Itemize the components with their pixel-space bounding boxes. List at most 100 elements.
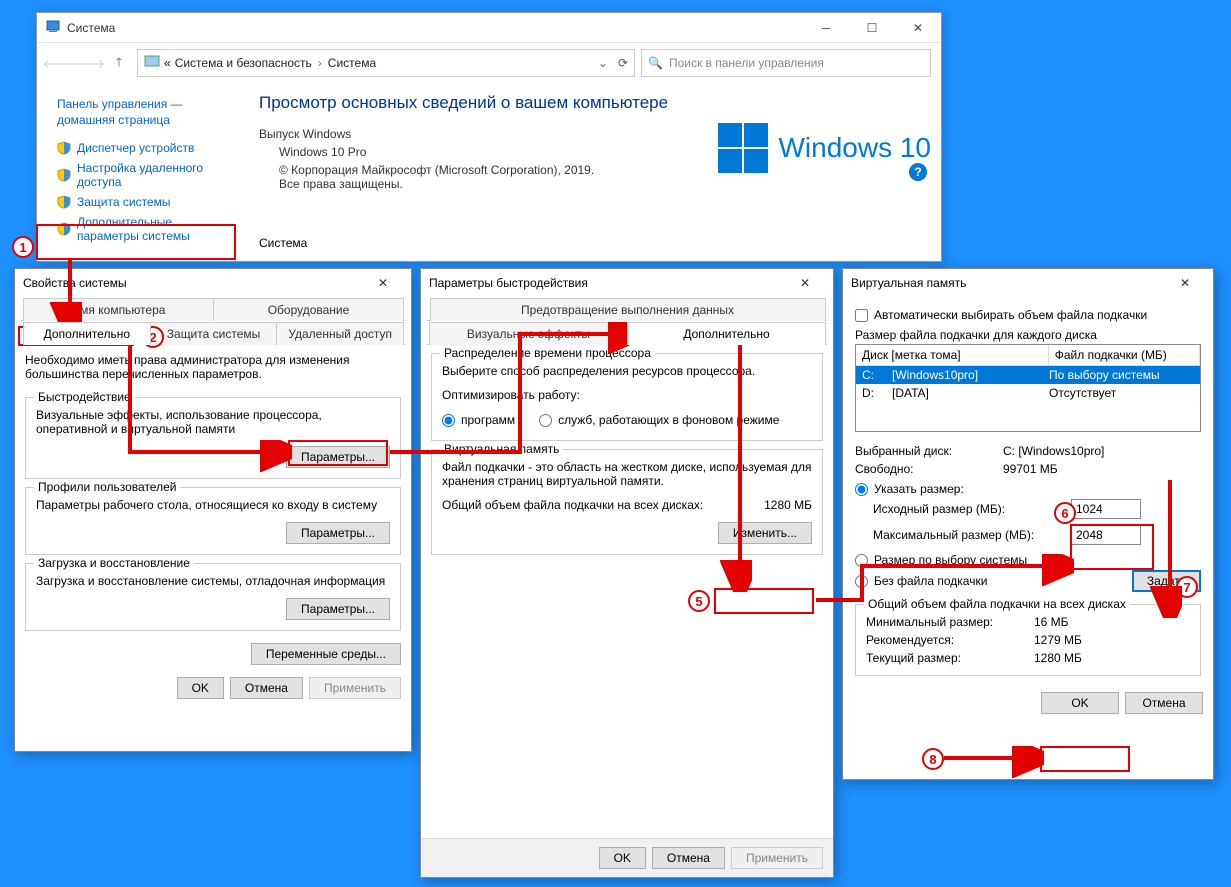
breadcrumb-root[interactable]: Система и безопасность xyxy=(175,56,312,70)
close-button[interactable]: ✕ xyxy=(785,269,825,297)
maximize-button[interactable]: ☐ xyxy=(849,13,895,43)
dialog-titlebar[interactable]: Параметры быстродействия ✕ xyxy=(421,269,833,297)
windows-logo-icon xyxy=(718,123,768,173)
free-value: 99701 МБ xyxy=(1003,462,1201,476)
drive-list[interactable]: Диск [метка тома] Файл подкачки (МБ) C: … xyxy=(855,344,1201,432)
group-legend: Быстродействие xyxy=(34,390,135,404)
drive-row-d[interactable]: D: [DATA] Отсутствует xyxy=(856,384,1200,402)
shield-icon xyxy=(57,168,71,182)
tab-computer-name[interactable]: Имя компьютера xyxy=(23,298,214,321)
system-properties-dialog: Свойства системы ✕ Имя компьютера Оборуд… xyxy=(14,268,412,752)
group-legend: Загрузка и восстановление xyxy=(34,556,194,570)
refresh-icon[interactable]: ⟳ xyxy=(618,56,628,70)
min-value: 16 МБ xyxy=(1034,615,1190,629)
set-button[interactable]: Задать xyxy=(1132,570,1201,592)
initial-size-label: Исходный размер (МБ): xyxy=(873,502,1063,516)
dialog-buttons: OK Отмена Применить xyxy=(15,669,411,707)
selected-drive-label: Выбранный диск: xyxy=(855,444,995,458)
titlebar[interactable]: Система ─ ☐ ✕ xyxy=(37,13,941,43)
initial-size-input[interactable] xyxy=(1071,499,1141,519)
link-remote-settings[interactable]: Настройка удаленного доступа xyxy=(47,158,243,192)
close-button[interactable]: ✕ xyxy=(895,13,941,43)
max-size-label: Максимальный размер (МБ): xyxy=(873,528,1063,542)
profiles-settings-button[interactable]: Параметры... xyxy=(286,522,390,544)
left-nav: Панель управления — домашняя страница Ди… xyxy=(37,83,243,260)
dialog-titlebar[interactable]: Виртуальная память ✕ xyxy=(843,269,1213,297)
max-size-input[interactable] xyxy=(1071,525,1141,545)
address-bar[interactable]: « Система и безопасность Система ⌄ ⟳ xyxy=(137,49,635,77)
minimize-button[interactable]: ─ xyxy=(803,13,849,43)
radio-no-pagefile[interactable]: Без файла подкачки xyxy=(855,574,987,588)
system-window: Система ─ ☐ ✕ 🡐 🡒 🡑 « Система и безопасн… xyxy=(36,12,942,262)
tab-dep[interactable]: Предотвращение выполнения данных xyxy=(430,298,826,321)
free-label: Свободно: xyxy=(855,462,995,476)
tab-protection[interactable]: Защита системы xyxy=(150,322,278,345)
tab-hardware[interactable]: Оборудование xyxy=(213,298,404,321)
radio-custom-size[interactable]: Указать размер: xyxy=(855,482,1201,496)
apply-button[interactable]: Применить xyxy=(309,677,401,699)
dialog-title: Виртуальная память xyxy=(851,276,966,290)
dropdown-icon[interactable]: ⌄ xyxy=(598,56,608,70)
group-legend: Виртуальная память xyxy=(440,442,563,456)
performance-options-dialog: Параметры быстродействия ✕ Предотвращени… xyxy=(420,268,834,878)
group-legend: Профили пользователей xyxy=(34,480,180,494)
search-placeholder: Поиск в панели управления xyxy=(669,56,824,70)
system-icon xyxy=(45,18,61,37)
group-legend: Общий объем файла подкачки на всех диска… xyxy=(864,597,1130,611)
cancel-button[interactable]: Отмена xyxy=(230,677,303,699)
group-startup: Загрузка и восстановление Загрузка и вос… xyxy=(25,563,401,631)
change-vm-button[interactable]: Изменить... xyxy=(718,522,812,544)
back-button[interactable]: 🡐 xyxy=(47,51,71,75)
control-panel-home-link[interactable]: Панель управления — домашняя страница xyxy=(57,97,233,128)
min-label: Минимальный размер: xyxy=(866,615,1026,629)
search-icon: 🔍 xyxy=(648,56,663,70)
forward-button[interactable]: 🡒 xyxy=(77,51,101,75)
radio-system-managed[interactable]: Размер по выбору системы xyxy=(855,553,1201,567)
navigation-bar: 🡐 🡒 🡑 « Система и безопасность Система ⌄… xyxy=(37,43,941,83)
cancel-button[interactable]: Отмена xyxy=(1125,692,1203,714)
link-device-manager[interactable]: Диспетчер устройств xyxy=(47,138,243,158)
tab-advanced[interactable]: Дополнительно xyxy=(23,322,151,345)
drive-row-c[interactable]: C: [Windows10pro] По выбору системы xyxy=(856,366,1200,384)
dialog-buttons: OK Отмена Применить xyxy=(421,838,833,877)
close-button[interactable]: ✕ xyxy=(1165,269,1205,297)
close-button[interactable]: ✕ xyxy=(363,269,403,297)
window-title: Система xyxy=(67,21,115,35)
sched-desc: Выберите способ распределения ресурсов п… xyxy=(442,364,812,378)
perdisk-label: Размер файла подкачки для каждого диска xyxy=(855,328,1201,342)
tab-strip: Имя компьютера Оборудование xyxy=(21,297,405,321)
tab-remote[interactable]: Удаленный доступ xyxy=(276,322,404,345)
search-input[interactable]: 🔍 Поиск в панели управления xyxy=(641,49,931,77)
breadcrumb-current[interactable]: Система xyxy=(328,56,376,70)
ok-button[interactable]: OK xyxy=(1041,692,1119,714)
ok-button[interactable]: OK xyxy=(177,677,224,699)
radio-programs[interactable]: программ xyxy=(442,413,515,427)
tab-strip-2: Дополнительно Защита системы Удаленный д… xyxy=(21,321,405,345)
dialog-titlebar[interactable]: Свойства системы ✕ xyxy=(15,269,411,297)
rec-value: 1279 МБ xyxy=(1034,633,1190,647)
cur-label: Текущий размер: xyxy=(866,651,1026,665)
performance-settings-button[interactable]: Параметры... xyxy=(286,446,390,468)
vm-desc: Файл подкачки - это область на жестком д… xyxy=(442,460,812,488)
tab-visual[interactable]: Визуальные эффекты xyxy=(429,322,628,345)
cancel-button[interactable]: Отмена xyxy=(652,847,725,869)
profiles-desc: Параметры рабочего стола, относящиеся ко… xyxy=(36,498,390,512)
link-advanced-system-settings[interactable]: Дополнительные параметры системы xyxy=(47,212,243,246)
ok-button[interactable]: OK xyxy=(599,847,646,869)
copyright-text: © Корпорация Майкрософт (Microsoft Corpo… xyxy=(259,163,599,191)
startup-settings-button[interactable]: Параметры... xyxy=(286,598,390,620)
apply-button[interactable]: Применить xyxy=(731,847,823,869)
up-button[interactable]: 🡑 xyxy=(107,51,131,75)
opt-label: Оптимизировать работу: xyxy=(442,388,812,402)
shield-icon xyxy=(57,195,71,209)
selected-drive-value: C: [Windows10pro] xyxy=(1003,444,1201,458)
env-vars-button[interactable]: Переменные среды... xyxy=(251,643,401,665)
auto-manage-checkbox[interactable]: Автоматически выбирать объем файла подка… xyxy=(855,308,1201,322)
tab-strip: Предотвращение выполнения данных xyxy=(427,297,827,321)
radio-services[interactable]: служб, работающих в фоновом режиме xyxy=(539,413,779,427)
rec-label: Рекомендуется: xyxy=(866,633,1026,647)
group-totals: Общий объем файла подкачки на всех диска… xyxy=(855,604,1201,676)
link-system-protection[interactable]: Защита системы xyxy=(47,192,243,212)
content-area: ? Просмотр основных сведений о вашем ком… xyxy=(243,83,941,260)
tab-advanced[interactable]: Дополнительно xyxy=(627,322,826,345)
